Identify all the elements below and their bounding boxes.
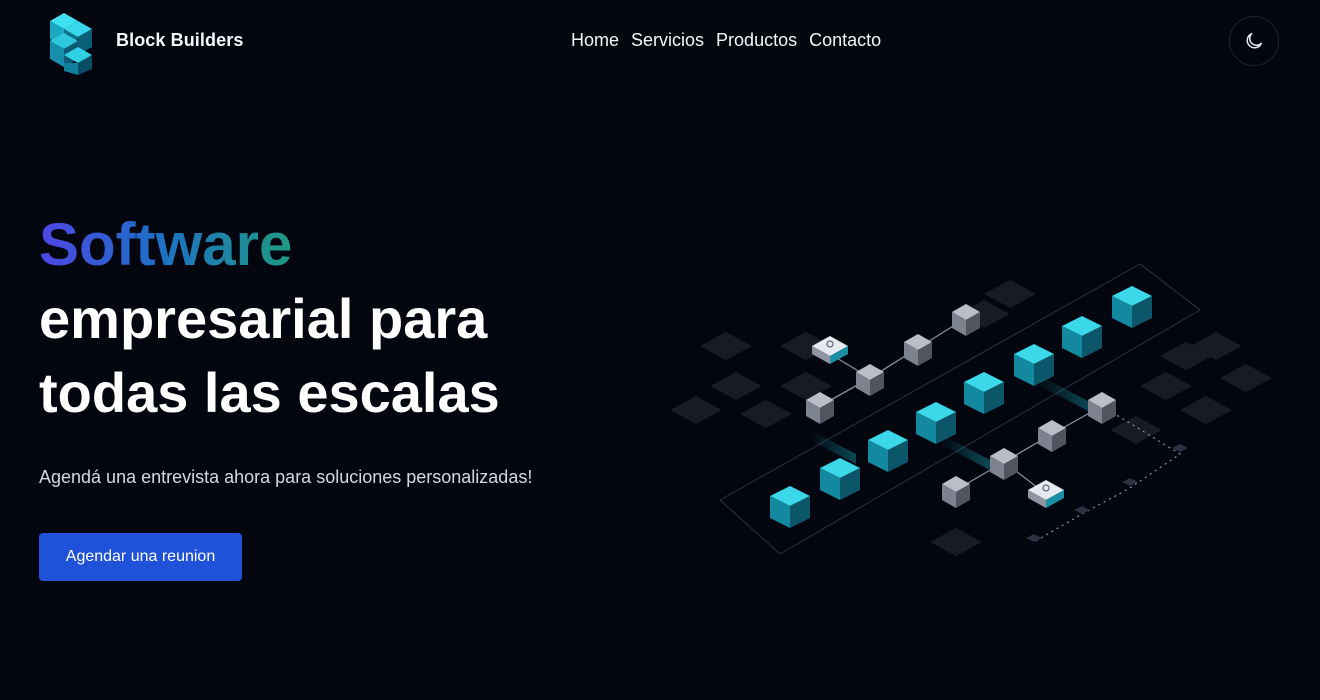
theme-toggle-button[interactable] xyxy=(1229,16,1279,66)
nav-servicios[interactable]: Servicios xyxy=(631,30,704,51)
schedule-meeting-button[interactable]: Agendar una reunion xyxy=(39,533,242,581)
nav-productos[interactable]: Productos xyxy=(716,30,797,51)
isometric-blocks-illustration xyxy=(670,263,1272,556)
hero-highlight-word: Software xyxy=(39,208,292,282)
site-header: Block Builders Home Servicios Productos … xyxy=(0,0,1320,82)
nav-contacto[interactable]: Contacto xyxy=(809,30,881,51)
hero-title-line-1: empresarial para xyxy=(39,287,488,350)
hero-subtitle: Agendá una entrevista ahora para solucio… xyxy=(39,467,533,487)
nav-home[interactable]: Home xyxy=(571,30,619,51)
logo-icon[interactable] xyxy=(46,7,96,75)
hero-heading: Software empresarial para todas las esca… xyxy=(39,208,599,430)
main-nav: Home Servicios Productos Contacto xyxy=(571,30,881,51)
hero-title-line-2: todas las escalas xyxy=(39,361,500,424)
moon-icon xyxy=(1246,32,1263,49)
brand-name[interactable]: Block Builders xyxy=(116,30,243,51)
